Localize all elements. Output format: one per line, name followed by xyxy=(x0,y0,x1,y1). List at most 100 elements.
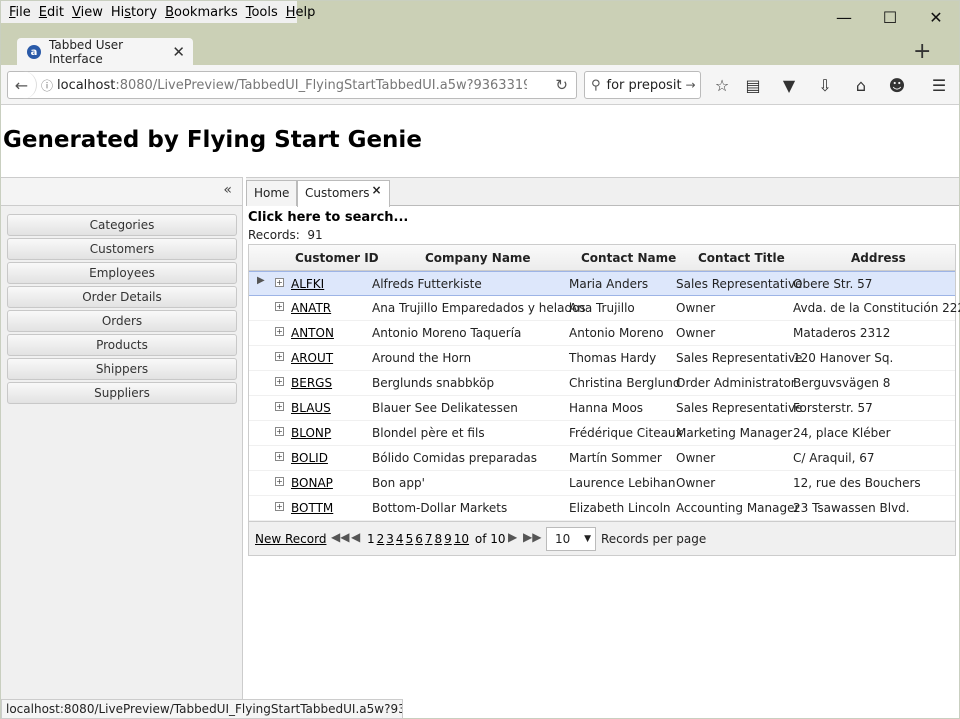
menu-history[interactable]: History xyxy=(107,5,161,20)
cell-customer-id[interactable]: BOTTM xyxy=(291,501,333,515)
reload-icon[interactable]: ↻ xyxy=(555,76,568,94)
cell-company-name: Bólido Comidas preparadas xyxy=(372,451,537,465)
expand-row-icon[interactable]: + xyxy=(275,452,284,461)
page-link[interactable]: 3 xyxy=(386,532,394,546)
page-link[interactable]: 7 xyxy=(425,532,433,546)
cell-customer-id[interactable]: BOLID xyxy=(291,451,328,465)
table-row[interactable]: + BOLID Bólido Comidas preparadas Martín So… xyxy=(249,446,955,471)
tab-customers[interactable]: Customers × xyxy=(297,180,390,207)
sidebar-item-orders[interactable]: Orders xyxy=(7,310,237,332)
expand-row-icon[interactable]: + xyxy=(275,377,284,386)
sidebar-item-shippers[interactable]: Shippers xyxy=(7,358,237,380)
reader-list-icon[interactable]: ▤ xyxy=(742,75,764,97)
cell-customer-id[interactable]: BERGS xyxy=(291,376,332,390)
bookmark-star-icon[interactable]: ☆ xyxy=(711,75,733,97)
search-link[interactable]: Click here to search... xyxy=(248,210,408,225)
table-row[interactable]: + ANTON Antonio Moreno Taquería Antonio Mor… xyxy=(249,321,955,346)
browser-tab[interactable]: a Tabbed User Interface ✕ xyxy=(17,38,193,66)
table-row[interactable]: + BERGS Berglunds snabbköp Christina Berglu… xyxy=(249,371,955,396)
cell-contact-name: Maria Anders xyxy=(569,277,649,291)
column-header-contact-title[interactable]: Contact Title xyxy=(698,251,785,265)
download-icon[interactable]: ⇩ xyxy=(814,75,836,97)
page-link[interactable]: 10 xyxy=(454,532,469,546)
cell-customer-id[interactable]: BONAP xyxy=(291,476,333,490)
page-count: of 10 xyxy=(474,532,506,546)
back-icon[interactable]: ← xyxy=(7,71,37,99)
cell-customer-id[interactable]: ANTON xyxy=(291,326,334,340)
records-label: Records: xyxy=(248,228,300,242)
cell-customer-id[interactable]: AROUT xyxy=(291,351,333,365)
records-per-page-label: Records per page xyxy=(601,532,707,546)
page-link[interactable]: 4 xyxy=(396,532,404,546)
cell-address: C/ Araquil, 67 xyxy=(793,451,875,465)
close-window-button[interactable]: ✕ xyxy=(913,1,959,33)
column-header-customer-id[interactable]: Customer ID xyxy=(295,251,379,265)
page-link[interactable]: 6 xyxy=(415,532,423,546)
tab-home[interactable]: Home xyxy=(246,180,298,206)
pocket-icon[interactable]: ▼ xyxy=(778,75,800,97)
close-tab-customers-icon[interactable]: × xyxy=(372,183,382,197)
maximize-button[interactable]: ☐ xyxy=(867,1,913,33)
cell-customer-id[interactable]: ANATR xyxy=(291,301,331,315)
previous-page-icon[interactable]: ◀ xyxy=(351,530,360,544)
minimize-button[interactable]: — xyxy=(821,1,867,33)
menu-file[interactable]: File xyxy=(5,5,35,20)
expand-row-icon[interactable]: + xyxy=(275,278,284,287)
expand-row-icon[interactable]: + xyxy=(275,402,284,411)
cell-contact-title: Owner xyxy=(676,476,716,490)
menu-help[interactable]: Help xyxy=(282,5,320,20)
column-header-contact-name[interactable]: Contact Name xyxy=(581,251,676,265)
page-link[interactable]: 5 xyxy=(406,532,414,546)
sidebar-item-employees[interactable]: Employees xyxy=(7,262,237,284)
expand-row-icon[interactable]: + xyxy=(275,502,284,511)
new-tab-icon[interactable]: + xyxy=(913,39,931,64)
collapse-sidebar-icon[interactable]: « xyxy=(223,182,232,198)
sidebar-item-customers[interactable]: Customers xyxy=(7,238,237,260)
tab-home-label: Home xyxy=(254,186,290,200)
table-row[interactable]: + BLONP Blondel père et fils Frédérique Cit… xyxy=(249,421,955,446)
expand-row-icon[interactable]: + xyxy=(275,352,284,361)
sidebar-item-products[interactable]: Products xyxy=(7,334,237,356)
table-row[interactable]: + BOTTM Bottom-Dollar Markets Elizabeth Lin… xyxy=(249,496,955,521)
first-page-icon[interactable]: ◀◀ xyxy=(331,530,349,544)
menu-view[interactable]: View xyxy=(68,5,107,20)
cell-contact-title: Order Administrator xyxy=(676,376,796,390)
menu-edit[interactable]: Edit xyxy=(35,5,68,20)
hamburger-menu-icon[interactable]: ☰ xyxy=(928,75,950,97)
table-row[interactable]: + BONAP Bon app' Laurence Lebihan Owner 12, r… xyxy=(249,471,955,496)
new-record-link[interactable]: New Record xyxy=(255,532,326,546)
table-row[interactable]: ▶ + ALFKI Alfreds Futterkiste Maria Anders Sa… xyxy=(249,271,955,296)
url-bar[interactable]: ← ⓘ localhost:8080/LivePreview/TabbedUI_… xyxy=(7,71,577,99)
page-size-select[interactable]: 10 ▼ xyxy=(546,527,596,551)
sidebar-item-suppliers[interactable]: Suppliers xyxy=(7,382,237,404)
column-header-address[interactable]: Address xyxy=(851,251,906,265)
close-tab-icon[interactable]: ✕ xyxy=(172,43,185,61)
menu-tools[interactable]: Tools xyxy=(242,5,282,20)
expand-row-icon[interactable]: + xyxy=(275,477,284,486)
table-row[interactable]: + ANATR Ana Trujillo Emparedados y helados… xyxy=(249,296,960,321)
sidebar-item-order-details[interactable]: Order Details xyxy=(7,286,237,308)
home-icon[interactable]: ⌂ xyxy=(850,75,872,97)
page-link[interactable]: 2 xyxy=(377,532,385,546)
column-header-company-name[interactable]: Company Name xyxy=(425,251,531,265)
expand-row-icon[interactable]: + xyxy=(275,427,284,436)
next-page-icon[interactable]: ▶ xyxy=(508,530,517,544)
cell-contact-name: Laurence Lebihan xyxy=(569,476,676,490)
sidebar-item-categories[interactable]: Categories xyxy=(7,214,237,236)
table-row[interactable]: + AROUT Around the Horn Thomas Hardy Sales R… xyxy=(249,346,955,371)
go-arrow-icon[interactable]: → xyxy=(686,78,696,92)
cell-customer-id[interactable]: BLONP xyxy=(291,426,331,440)
emoji-icon[interactable]: ☻ xyxy=(886,75,908,97)
table-row[interactable]: + BLAUS Blauer See Delikatessen Hanna Moos S… xyxy=(249,396,955,421)
page-link[interactable]: 9 xyxy=(444,532,452,546)
url-text[interactable]: localhost:8080/LivePreview/TabbedUI_Flyi… xyxy=(57,78,527,93)
last-page-icon[interactable]: ▶▶ xyxy=(523,530,541,544)
expand-row-icon[interactable]: + xyxy=(275,302,284,311)
menu-bookmarks[interactable]: Bookmarks xyxy=(161,5,242,20)
info-icon[interactable]: ⓘ xyxy=(37,77,57,94)
expand-row-icon[interactable]: + xyxy=(275,327,284,336)
cell-customer-id[interactable]: ALFKI xyxy=(291,277,324,291)
search-input[interactable]: ⚲ for preposit → xyxy=(584,71,701,99)
page-link[interactable]: 8 xyxy=(434,532,442,546)
cell-customer-id[interactable]: BLAUS xyxy=(291,401,331,415)
